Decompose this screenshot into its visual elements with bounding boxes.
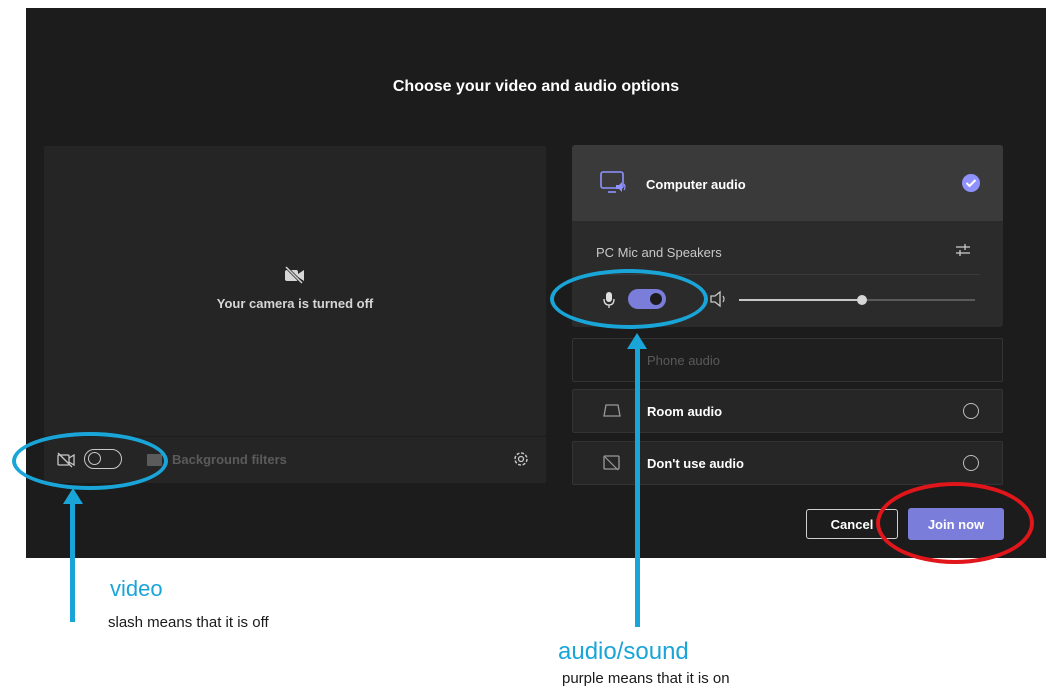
audio-device-label: PC Mic and Speakers bbox=[596, 245, 722, 260]
camera-status-text: Your camera is turned off bbox=[216, 296, 374, 311]
phone-audio-label: Phone audio bbox=[647, 353, 721, 368]
checkmark-circle-icon bbox=[961, 173, 981, 198]
gear-icon[interactable] bbox=[512, 450, 530, 473]
volume-slider[interactable] bbox=[739, 295, 975, 305]
audio-annotation-note: purple means that it is on bbox=[562, 670, 730, 687]
computer-audio-option[interactable]: Computer audio bbox=[572, 145, 1003, 221]
dialog-title: Choose your video and audio options bbox=[392, 78, 680, 95]
volume-slider-fill bbox=[739, 299, 862, 301]
video-highlight-circle bbox=[12, 432, 168, 490]
audio-annotation-title: audio/sound bbox=[558, 638, 689, 665]
no-audio-radio[interactable] bbox=[963, 455, 979, 471]
join-highlight-circle bbox=[876, 482, 1034, 564]
video-annotation-title: video bbox=[110, 576, 163, 601]
camera-off-icon bbox=[284, 265, 306, 289]
computer-audio-label: Computer audio bbox=[646, 177, 746, 192]
video-arrow-head bbox=[63, 488, 83, 504]
room-audio-radio[interactable] bbox=[963, 403, 979, 419]
speaker-icon bbox=[709, 290, 729, 313]
no-audio-icon bbox=[601, 454, 623, 479]
room-audio-icon bbox=[601, 402, 623, 425]
video-preview: Your camera is turned off bbox=[44, 146, 546, 436]
device-settings-icon[interactable] bbox=[954, 242, 972, 263]
background-filters-label[interactable]: Background filters bbox=[172, 452, 287, 467]
video-arrow bbox=[70, 500, 75, 622]
computer-audio-icon bbox=[600, 170, 628, 201]
audio-arrow bbox=[635, 345, 640, 627]
video-annotation-note: slash means that it is off bbox=[108, 614, 269, 631]
volume-slider-thumb[interactable] bbox=[856, 295, 867, 305]
no-audio-label: Don't use audio bbox=[647, 456, 744, 471]
room-audio-label: Room audio bbox=[647, 404, 723, 419]
audio-highlight-circle bbox=[550, 269, 708, 329]
audio-arrow-head bbox=[627, 333, 647, 349]
